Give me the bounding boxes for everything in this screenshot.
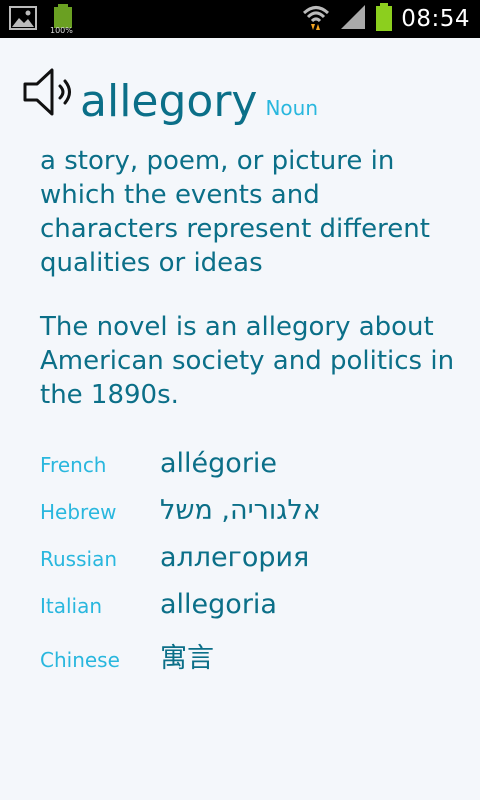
translation-word: allégorie xyxy=(160,448,278,479)
translation-language: Hebrew xyxy=(40,500,117,524)
translation-language: Russian xyxy=(40,547,118,571)
translation-row: Italian allegoria xyxy=(40,589,460,636)
gallery-icon xyxy=(8,4,38,36)
battery-charging-icon: 100% xyxy=(50,4,76,35)
headword-row: allegory Noun xyxy=(22,64,318,124)
translation-word: 寓言 xyxy=(160,643,214,674)
battery-percent-label: 100% xyxy=(50,26,73,35)
translation-row: Chinese 寓言 xyxy=(40,636,460,683)
translation-row: Russian аллегория xyxy=(40,542,460,589)
speaker-icon[interactable] xyxy=(22,64,74,124)
translation-word: аллегория xyxy=(160,542,310,573)
translation-row: French allégorie xyxy=(40,448,460,495)
signal-icon xyxy=(339,3,367,35)
translation-row: Hebrew אלגוריה, משל xyxy=(40,495,460,542)
battery-icon xyxy=(375,2,393,36)
wifi-icon xyxy=(301,2,331,36)
part-of-speech: Noun xyxy=(265,96,319,120)
translation-language: Italian xyxy=(40,594,103,618)
translation-word: allegoria xyxy=(160,589,277,620)
status-bar: 100% 08:54 xyxy=(0,0,480,38)
definition-text: a story, poem, or picture in which the e… xyxy=(40,146,430,278)
translation-language: Chinese xyxy=(40,648,120,672)
headword: allegory xyxy=(80,76,258,127)
translation-language: French xyxy=(40,453,107,477)
translation-word: אלגוריה, משל xyxy=(160,495,321,526)
clock: 08:54 xyxy=(401,6,470,32)
translations-list: French allégorie Hebrew אלגוריה, משל Rus… xyxy=(40,448,460,683)
example-sentence: The novel is an allegory about American … xyxy=(40,312,455,410)
dictionary-entry: allegory Noun a story, poem, or picture … xyxy=(0,38,480,800)
